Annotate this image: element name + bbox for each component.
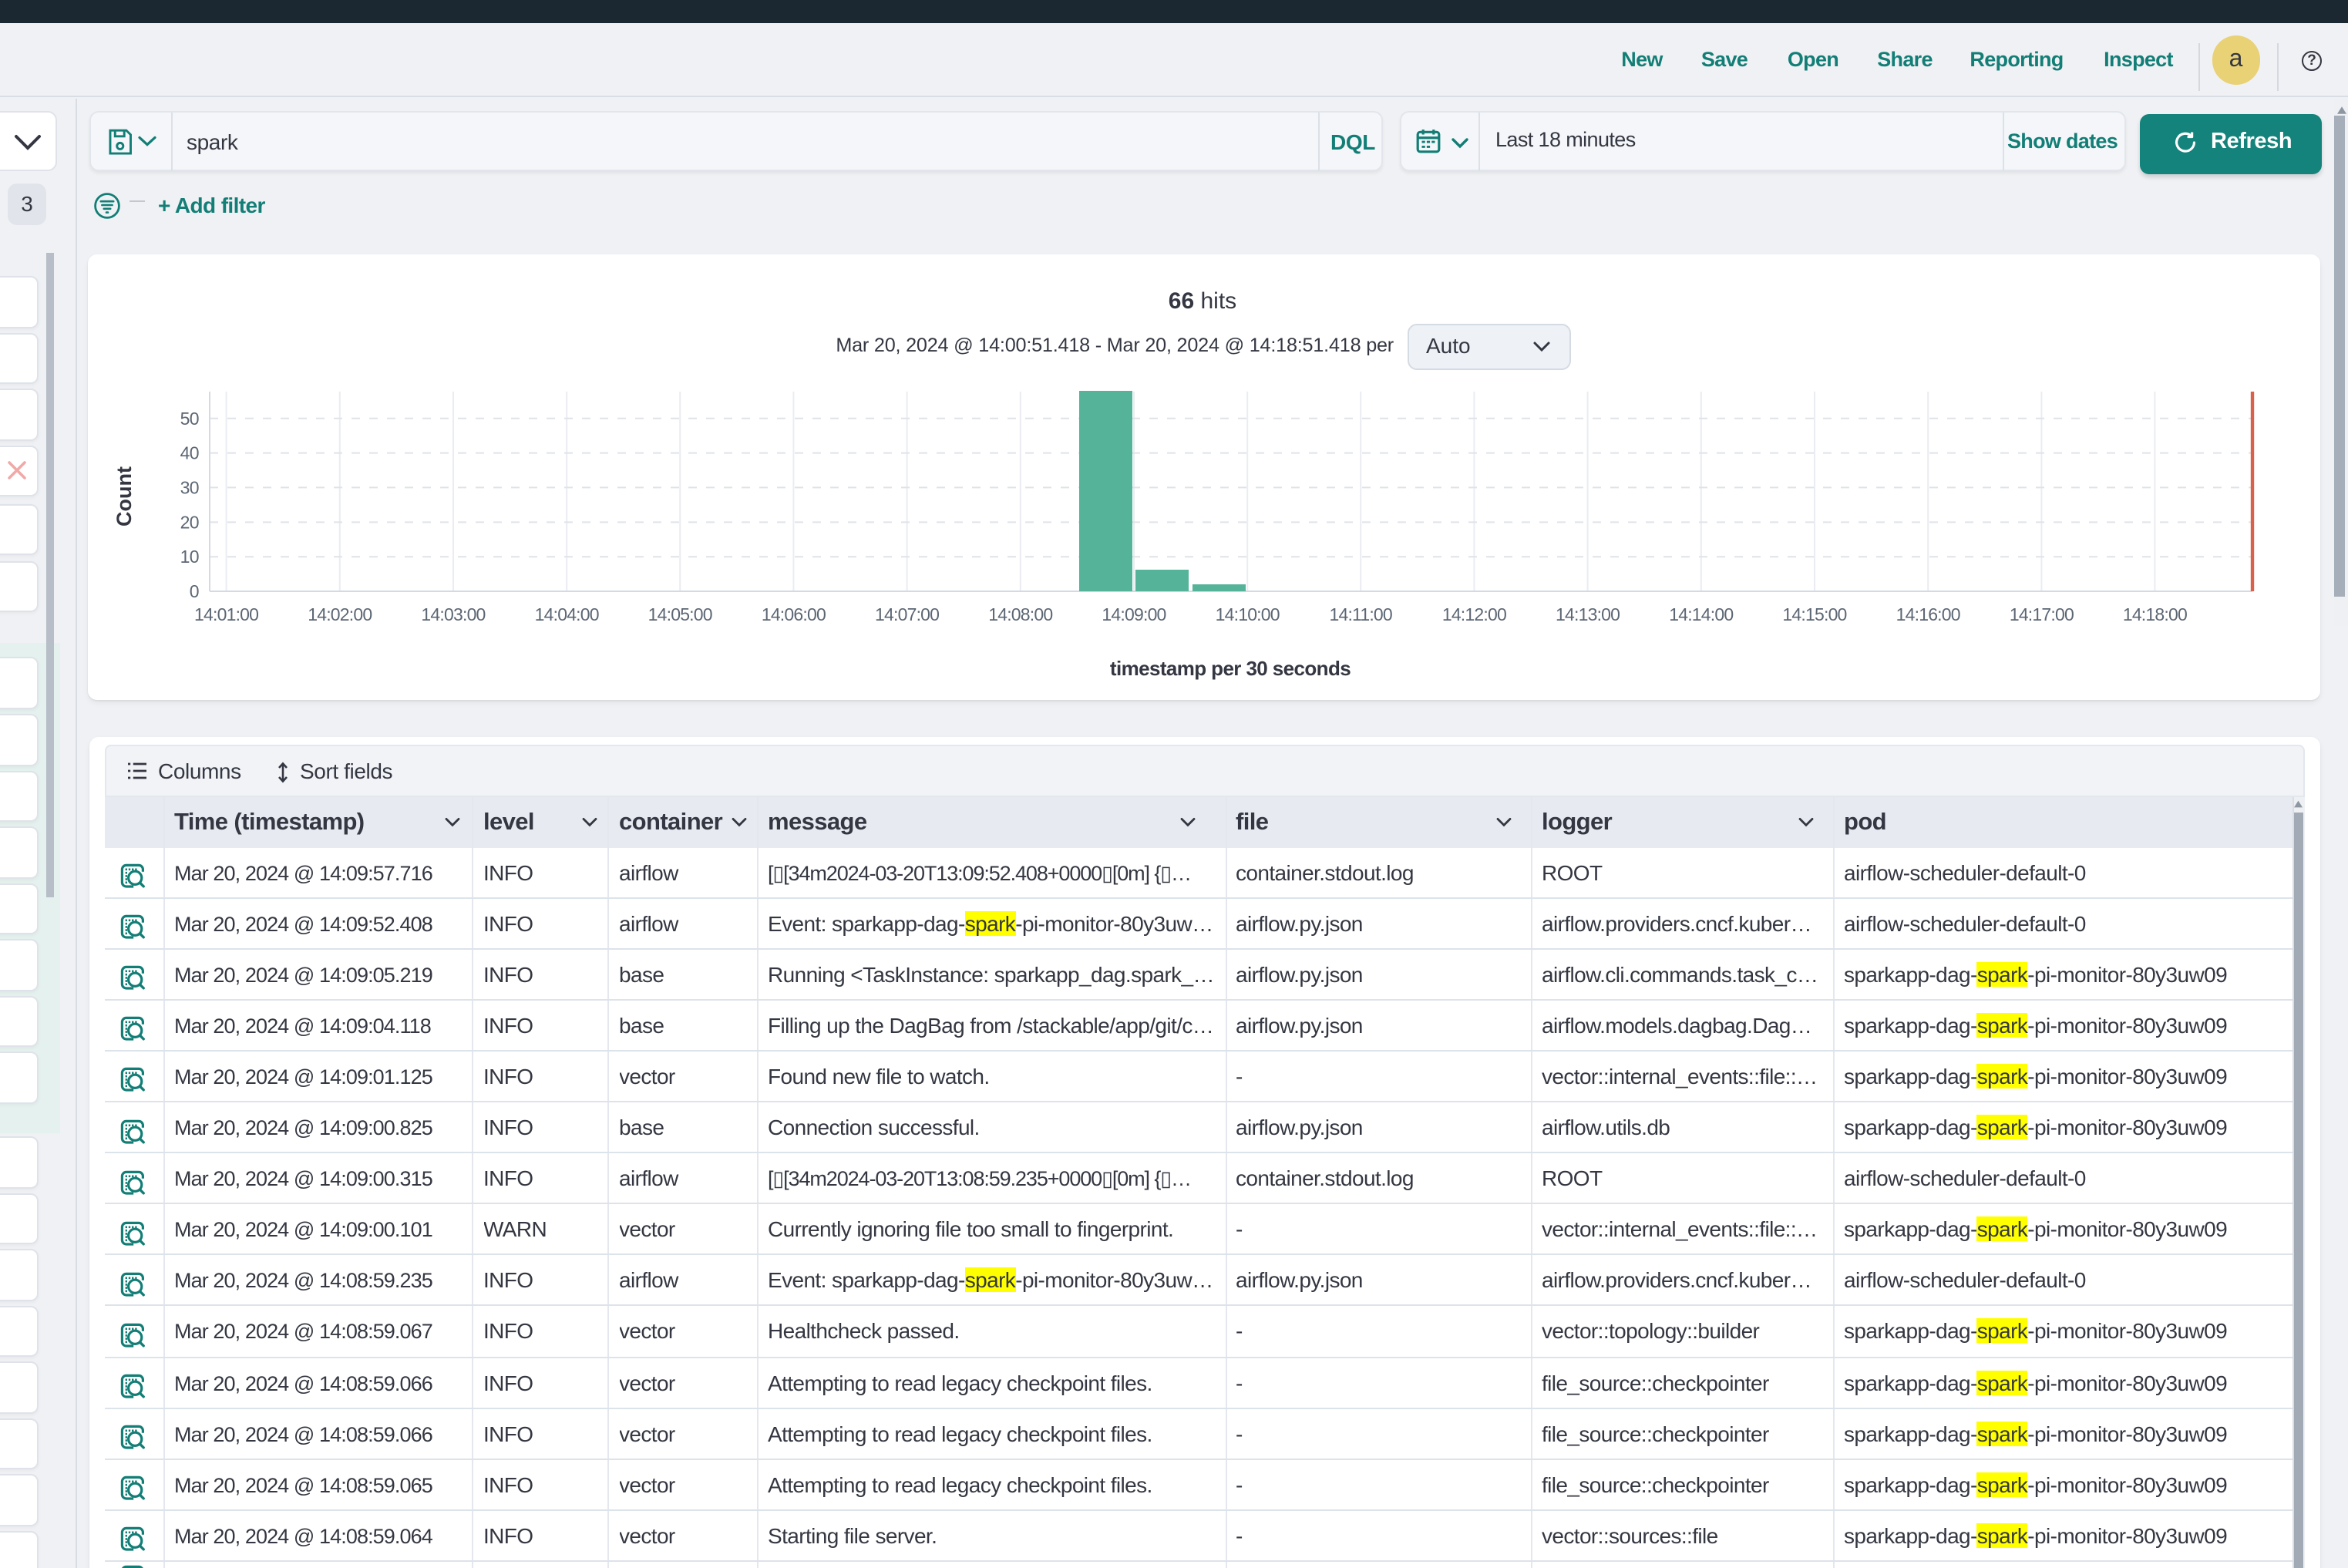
- svg-text:0: 0: [189, 580, 198, 601]
- svg-text:14:16:00: 14:16:00: [1896, 604, 1959, 624]
- svg-text:30: 30: [180, 476, 198, 496]
- svg-text:Count: Count: [112, 466, 135, 526]
- svg-text:40: 40: [180, 442, 198, 463]
- svg-text:14:02:00: 14:02:00: [307, 604, 371, 624]
- svg-text:14:09:00: 14:09:00: [1101, 604, 1165, 624]
- svg-text:14:18:00: 14:18:00: [2122, 604, 2186, 624]
- svg-text:14:01:00: 14:01:00: [193, 604, 257, 624]
- svg-text:20: 20: [180, 511, 198, 531]
- svg-text:14:17:00: 14:17:00: [2009, 604, 2073, 624]
- svg-text:50: 50: [180, 408, 198, 428]
- svg-text:14:11:00: 14:11:00: [1328, 604, 1391, 624]
- svg-text:14:05:00: 14:05:00: [648, 604, 711, 624]
- svg-text:14:06:00: 14:06:00: [761, 604, 825, 624]
- svg-text:14:15:00: 14:15:00: [1781, 604, 1845, 624]
- svg-text:14:04:00: 14:04:00: [534, 604, 598, 624]
- svg-text:14:08:00: 14:08:00: [987, 604, 1051, 624]
- svg-text:14:10:00: 14:10:00: [1215, 604, 1279, 624]
- svg-text:10: 10: [180, 546, 198, 566]
- svg-text:14:13:00: 14:13:00: [1555, 604, 1619, 624]
- svg-text:14:07:00: 14:07:00: [874, 604, 938, 624]
- svg-text:14:12:00: 14:12:00: [1441, 604, 1505, 624]
- svg-text:14:03:00: 14:03:00: [420, 604, 484, 624]
- svg-text:14:14:00: 14:14:00: [1668, 604, 1732, 624]
- svg-text:timestamp per 30 seconds: timestamp per 30 seconds: [1109, 656, 1350, 679]
